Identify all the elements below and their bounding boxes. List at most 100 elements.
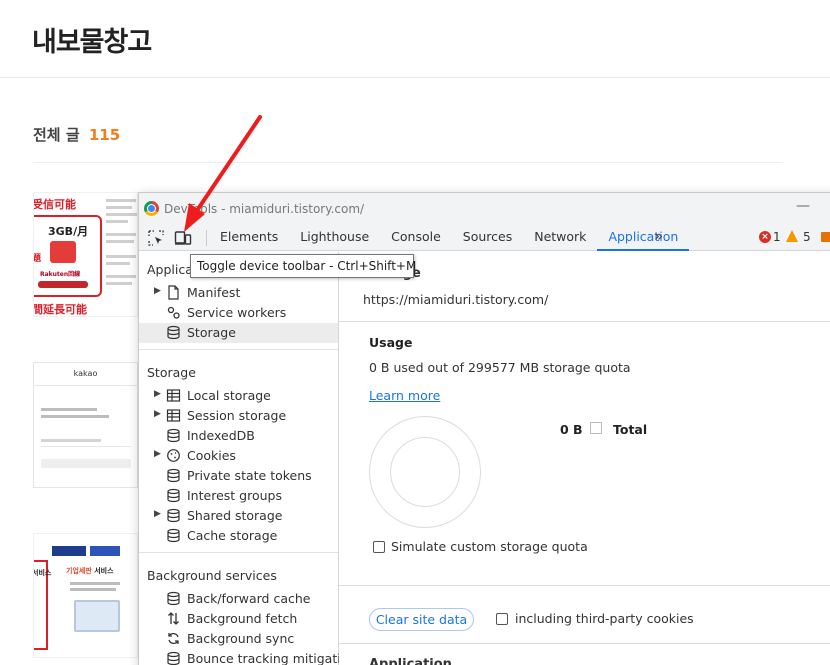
usage-text: 0 B used out of 299577 MB storage quota [369,360,631,375]
error-count[interactable]: 1 [773,230,781,244]
table-grid-icon [166,388,181,403]
section-title-storage: Storage [147,365,196,380]
third-party-cookies-label[interactable]: including third-party cookies [515,611,694,626]
sidebar-item-background-fetch[interactable]: Background fetch [139,609,338,629]
tab-console[interactable]: Console [380,225,452,251]
database-icon [166,528,181,543]
window-title: DevTools - miamiduri.tistory.com/ [164,202,365,216]
simulate-quota-checkbox[interactable] [373,541,385,553]
sidebar-item-private-state-tokens[interactable]: Private state tokens [139,466,338,486]
divider [41,446,131,447]
clear-site-data-button[interactable]: Clear site data [369,608,474,631]
more-tabs-chevron-icon[interactable]: » [654,227,663,245]
thumb-text-line [41,408,97,411]
post-count-label: 전체 글 [33,126,80,144]
sidebar-item-label: Background fetch [187,611,298,626]
section-divider [339,643,830,644]
third-party-cookies-checkbox[interactable] [496,613,508,625]
section-title-background-services: Background services [147,568,277,583]
sidebar-item-service-workers[interactable]: Service workers [139,303,338,323]
sim-card-promo: 3GB/月 Rakuten回線 [34,215,102,297]
expand-arrow-icon[interactable]: ▶ [154,509,161,519]
expand-arrow-icon[interactable]: ▶ [154,389,161,399]
post-thumbnail-1[interactable]: 受信可能 ード 3GB/月 Rakuten回線 題 間延長可能 [33,192,138,317]
application-sidebar: Applicat ▶ Manifest Service workers Stor… [139,252,363,665]
sidebar-item-bounce-tracking[interactable]: Bounce tracking mitigations [139,649,363,665]
tab-sources[interactable]: Sources [452,225,523,251]
application-heading: Application [369,657,452,665]
section-divider [339,585,830,586]
thumb-title: 기업세판 서비스 [66,566,114,576]
blog-header: 내보물창고 [0,0,830,78]
sidebar-item-label: Bounce tracking mitigations [187,651,363,665]
expand-arrow-icon[interactable]: ▶ [154,286,161,296]
sidebar-item-local-storage[interactable]: ▶ Local storage [139,386,338,406]
database-icon [166,468,181,483]
thumb-text-line [70,588,116,591]
total-label: Total [613,422,648,437]
sidebar-item-label: Cookies [187,448,236,463]
origin-url: https://miamiduri.tistory.com/ [363,292,549,307]
gear-icon [166,305,181,320]
sidebar-item-label: Interest groups [187,488,282,503]
thumb-text-line [70,582,120,585]
error-icon[interactable]: × [759,231,771,243]
learn-more-link[interactable]: Learn more [369,388,440,403]
thumb-tab [90,546,120,556]
thumb-side-text [106,195,137,295]
sidebar-item-label: Shared storage [187,508,283,523]
divider [34,385,137,386]
thumb-text-line [41,439,101,442]
blog-title[interactable]: 내보물창고 [32,20,152,59]
device-toolbar-icon[interactable] [174,229,192,247]
thumb-side-text: 서비스 [33,569,52,577]
minimize-button[interactable]: — [795,199,811,217]
tab-elements[interactable]: Elements [209,225,289,251]
tab-network[interactable]: Network [523,225,597,251]
sidebar-item-label: Background sync [187,631,295,646]
thumb-brand: Rakuten回線 [40,271,81,278]
sidebar-item-session-storage[interactable]: ▶ Session storage [139,406,338,426]
devtools-tabs: Elements Lighthouse Console Sources Netw… [209,225,690,251]
database-icon [166,651,181,665]
database-icon [166,428,181,443]
thumb-text: 受信可能 [33,198,76,211]
devtools-titlebar[interactable]: DevTools - miamiduri.tistory.com/ — [139,193,830,225]
tab-lighthouse[interactable]: Lighthouse [289,225,380,251]
post-thumbnail-3[interactable]: 서비스 기업세판 서비스 [33,533,138,658]
sidebar-item-manifest[interactable]: ▶ Manifest [139,283,338,303]
sidebar-item-label: Session storage [187,408,287,423]
sidebar-item-background-sync[interactable]: Background sync [139,629,338,649]
sidebar-item-back-forward-cache[interactable]: Back/forward cache [139,589,338,609]
post-thumbnail-2[interactable]: kakao [33,362,138,488]
sidebar-item-interest-groups[interactable]: Interest groups [139,486,338,506]
device-toolbar-tooltip: Toggle device toolbar - Ctrl+Shift+M [190,254,416,278]
issues-icon[interactable] [821,232,830,242]
sidebar-item-shared-storage[interactable]: ▶ Shared storage [139,506,338,526]
expand-arrow-icon[interactable]: ▶ [154,409,161,419]
chrome-logo-icon [144,201,159,216]
thumb-tab [52,546,86,556]
thumb-title-accent: 기업세판 [66,567,92,575]
expand-arrow-icon[interactable]: ▶ [154,449,161,459]
sim-card-icon [50,241,76,263]
thumb-badge [38,281,88,288]
database-icon [166,488,181,503]
sidebar-item-indexeddb[interactable]: IndexedDB [139,426,338,446]
warning-icon[interactable] [786,230,798,242]
warning-count[interactable]: 5 [803,230,811,244]
inspect-element-icon[interactable] [147,229,165,247]
table-grid-icon [166,408,181,423]
section-divider [139,552,338,553]
sidebar-item-storage[interactable]: Storage [139,323,338,343]
simulate-quota-label[interactable]: Simulate custom storage quota [391,539,588,554]
sidebar-item-label: Storage [187,325,236,340]
thumb-button [41,459,131,468]
storage-panel: Storage https://miamiduri.tistory.com/ U… [339,252,830,665]
sidebar-item-cookies[interactable]: ▶ Cookies [139,446,338,466]
tab-application[interactable]: Application [597,225,690,251]
divider [33,162,783,163]
legend-swatch [590,422,602,434]
sidebar-item-cache-storage[interactable]: Cache storage [139,526,338,546]
devtools-window: DevTools - miamiduri.tistory.com/ — Elem… [138,192,830,665]
